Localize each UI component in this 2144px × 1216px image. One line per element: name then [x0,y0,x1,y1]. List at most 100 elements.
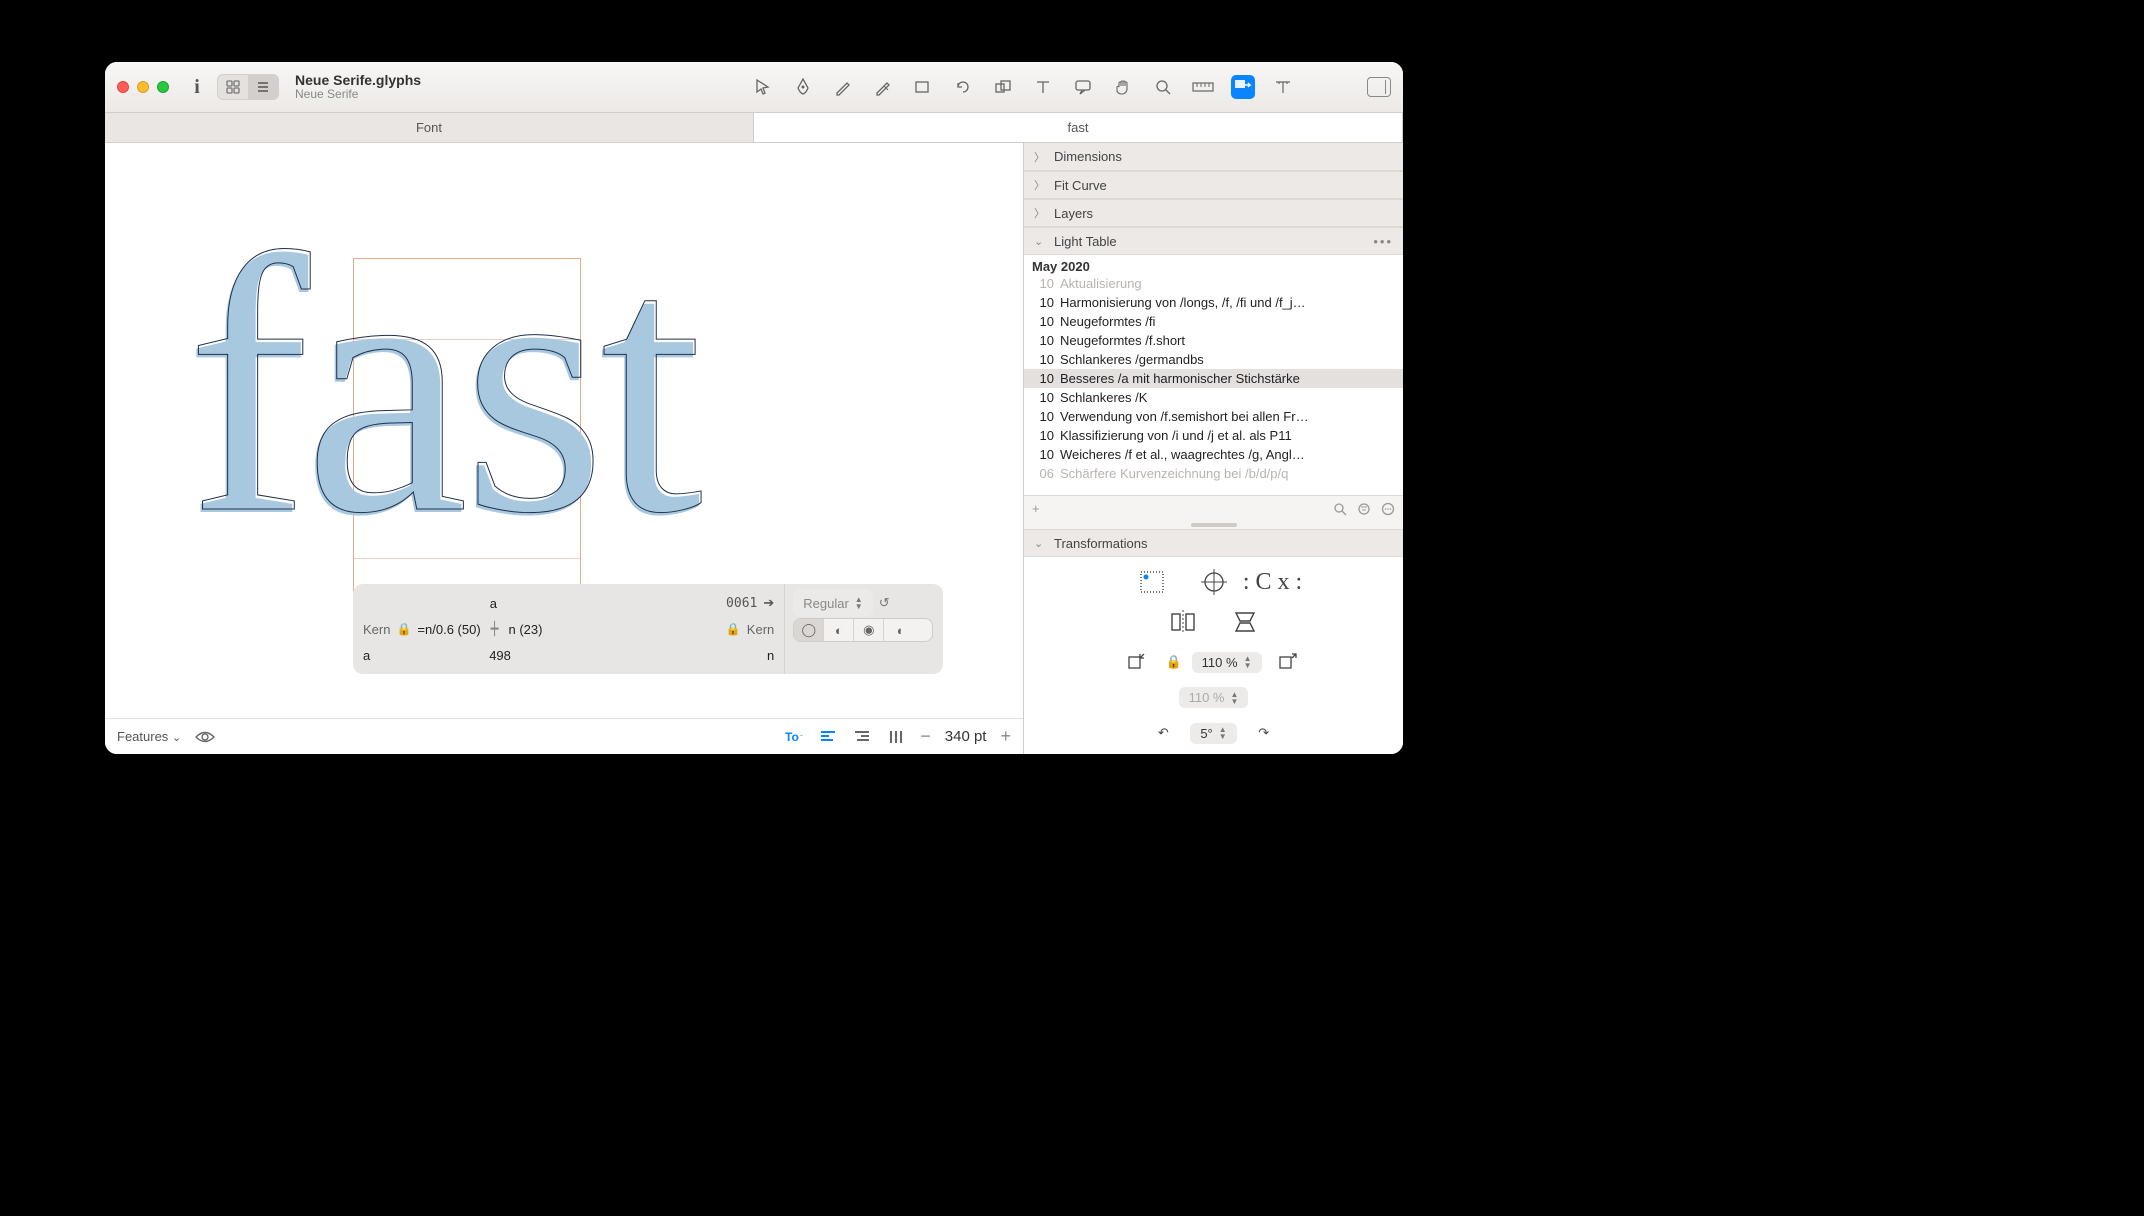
kern-right-label: Kern [747,622,774,637]
title-block: Neue Serife.glyphs Neue Serife [295,73,421,102]
more-icon[interactable]: ••• [1373,234,1393,249]
other-tool[interactable] [1271,75,1295,99]
zoom-out-button[interactable]: − [920,726,931,747]
light-table-row[interactable]: 10Besseres /a mit harmonischer Stichstär… [1024,369,1403,388]
grid-view-button[interactable] [218,75,248,99]
panel-transformations[interactable]: ⌄Transformations [1024,529,1403,557]
left-sidebearing[interactable]: =n/0.6 (50) [417,622,480,637]
light-table-label: Schärfere Kurvenzeichnung bei /b/d/p/q [1060,466,1288,481]
panel-fit-curve[interactable]: 〉Fit Curve [1024,171,1403,199]
toolbar [751,75,1391,99]
light-table-day: 10 [1032,276,1054,291]
zoom-in-button[interactable]: + [1000,726,1011,747]
light-table-day: 10 [1032,428,1054,443]
preview-modes: ◯ ◐ ◉ ◖ [793,618,933,642]
right-kern-class[interactable]: n [767,648,774,663]
panel-dimensions[interactable]: 〉Dimensions [1024,143,1403,171]
tab-edit[interactable]: fast [754,113,1403,142]
close-window-button[interactable] [117,81,129,93]
filter-icon[interactable] [1357,502,1371,516]
light-table-row[interactable]: 10Harmonisierung von /longs, /f, /fi und… [1024,293,1403,312]
rotate-cw-icon[interactable]: ↷ [1247,718,1281,748]
light-table-row[interactable]: 10Aktualisierung [1024,274,1403,293]
light-table-row[interactable]: 10Klassifizierung von /i und /j et al. a… [1024,426,1403,445]
light-table-day: 10 [1032,352,1054,367]
align-left-button[interactable] [818,727,838,747]
pen-tool[interactable] [791,75,815,99]
light-table-row[interactable]: 10Schlankeres /K [1024,388,1403,407]
primitives-tool[interactable] [911,75,935,99]
tab-bar: Font fast [105,113,1403,143]
right-sidebearing[interactable]: n (23) [509,622,543,637]
scale-up-icon[interactable] [1272,647,1306,677]
rotate-value: 5° [1200,726,1212,741]
tab-font[interactable]: Font [105,113,754,142]
annotation-tool[interactable] [1071,75,1095,99]
master-selector[interactable]: Regular▲▼ [793,589,872,617]
scale-down-icon[interactable] [1121,647,1155,677]
scale-h-value: 110 % [1202,655,1238,670]
minimize-window-button[interactable] [137,81,149,93]
columns-button[interactable] [886,727,906,747]
text-direction-button[interactable]: To→ [784,727,804,747]
preview-mode-2[interactable]: ◐ [824,619,854,641]
hand-tool[interactable] [1111,75,1135,99]
lock-icon[interactable]: 🔒 [1165,654,1181,670]
scale-h-field[interactable]: 110 %▲▼ [1192,652,1262,673]
preview-mode-4[interactable]: ◖ [884,619,914,641]
mirror-h-icon[interactable] [1166,607,1200,637]
rotate-tool[interactable] [951,75,975,99]
light-table-row[interactable]: 06Schärfere Kurvenzeichnung bei /b/d/p/q [1024,464,1403,483]
panel-resize-handle[interactable] [1024,521,1403,529]
panel-fitcurve-label: Fit Curve [1054,178,1107,193]
light-table-row[interactable]: 10Weicheres /f et al., waagrechtes /g, A… [1024,445,1403,464]
trueblue-tool[interactable] [1231,75,1255,99]
font-info-button[interactable]: i [187,76,207,99]
preview-mode-1[interactable]: ◯ [794,619,824,641]
zoom-window-button[interactable] [157,81,169,93]
history-icon[interactable]: ↺ [879,595,890,611]
measure-tool[interactable] [1191,75,1215,99]
toggle-sidebar-button[interactable] [1367,77,1391,97]
search-icon[interactable] [1333,502,1347,516]
lock-icon[interactable]: 🔒 [726,622,741,636]
chevron-right-icon: 〉 [1034,149,1046,165]
light-table-row[interactable]: 10Schlankeres /germandbs [1024,350,1403,369]
rotate-ccw-icon[interactable]: ↶ [1146,718,1180,748]
zoom-tool[interactable] [1151,75,1175,99]
mirror-v-icon[interactable] [1228,607,1262,637]
unicode-value: 0061 [726,596,757,611]
edit-canvas[interactable]: fast fast a Kern 🔒 =n/0.6 (50) ┿ n (23) … [105,143,1023,718]
pencil-tool[interactable] [831,75,855,99]
panel-light-table[interactable]: ⌄Light Table••• [1024,227,1403,255]
rotate-field[interactable]: 5°▲▼ [1190,723,1236,744]
point-size-field[interactable]: 340 pt [945,728,987,745]
preview-mode-3[interactable]: ◉ [854,619,884,641]
scale-v-field[interactable]: 110 %▲▼ [1179,687,1249,708]
metrics-icon: ┿ [491,621,499,637]
erase-tool[interactable] [871,75,895,99]
light-table-list[interactable]: May 2020 10Aktualisierung10Harmonisierun… [1024,255,1403,495]
scale-tool[interactable] [991,75,1015,99]
unicode-next-icon[interactable]: ➔ [763,595,774,611]
features-menu[interactable]: Features ⌄ [117,729,181,744]
options-icon[interactable] [1381,502,1395,516]
cap-x-icon[interactable]: :Cx: [1259,567,1293,597]
lock-icon[interactable]: 🔒 [396,622,411,636]
chevron-down-icon: ⌄ [1034,537,1046,550]
list-view-button[interactable] [248,75,278,99]
light-table-row[interactable]: 10Neugeformtes /fi [1024,312,1403,331]
light-table-row[interactable]: 10Neugeformtes /f.short [1024,331,1403,350]
add-state-button[interactable]: + [1032,501,1040,516]
panel-layers-label: Layers [1054,206,1093,221]
align-right-button[interactable] [852,727,872,747]
origin-grid-icon[interactable] [1135,567,1169,597]
panel-layers[interactable]: 〉Layers [1024,199,1403,227]
light-table-row[interactable]: 10Verwendung von /f.semishort bei allen … [1024,407,1403,426]
glyph-width[interactable]: 498 [376,648,624,663]
select-tool[interactable] [751,75,775,99]
eye-icon[interactable] [195,727,215,747]
left-kern-class[interactable]: a [363,648,370,663]
crosshair-icon[interactable] [1197,567,1231,597]
text-tool[interactable] [1031,75,1055,99]
